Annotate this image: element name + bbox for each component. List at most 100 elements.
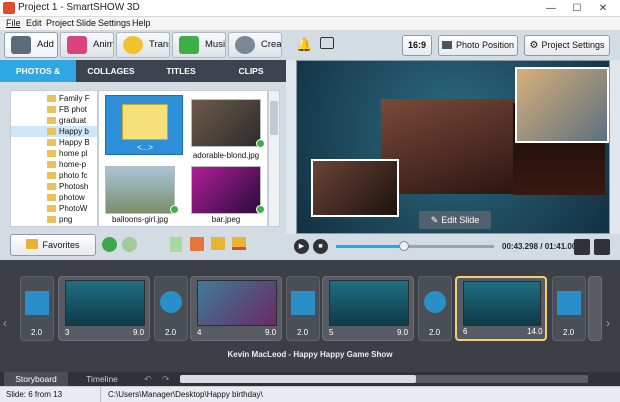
folder-tree-item[interactable]: Photosh	[11, 181, 97, 192]
thumb-adorable-blond[interactable]	[191, 99, 261, 147]
add-button[interactable]: Add	[4, 32, 58, 58]
slide-image	[197, 280, 277, 326]
bell-icon[interactable]: 🔔	[296, 37, 312, 53]
scroll-right-icon[interactable]: ›	[606, 316, 610, 330]
transition-block[interactable]: 2.0	[286, 276, 320, 341]
favorites-row: Favorites	[0, 230, 286, 260]
down-arrow-icon[interactable]	[170, 237, 182, 252]
menu-slide[interactable]: Slide	[76, 17, 96, 30]
transition-icon	[25, 291, 49, 315]
thumb-bar[interactable]	[191, 166, 261, 214]
folder-name: png	[59, 215, 73, 224]
slide-thumbnail[interactable]: 5 9.0	[322, 276, 414, 341]
tab-photos-videos[interactable]: PHOTOS & VIDEOS	[0, 60, 76, 98]
tab-clips[interactable]: CLIPS	[216, 60, 286, 82]
play-icon[interactable]: ▶	[294, 239, 309, 254]
redo-icon[interactable]: ↷	[162, 374, 170, 385]
thumb-up-folder[interactable]: <...>	[105, 95, 183, 155]
aspect-ratio-button[interactable]: 16:9	[402, 35, 432, 56]
scroll-left-icon[interactable]: ‹	[3, 316, 7, 330]
tab-collages[interactable]: COLLAGES	[76, 60, 146, 82]
folder-tree-item[interactable]: home pl	[11, 148, 97, 159]
back-arrow-icon[interactable]	[102, 237, 117, 252]
folder-icon	[47, 106, 56, 113]
folder-icon	[47, 128, 56, 135]
project-settings-button[interactable]: ⚙ Project Settings	[524, 35, 610, 56]
minimize-button[interactable]: —	[538, 2, 564, 15]
edit-slide-button[interactable]: ✎ Edit Slide	[419, 211, 491, 229]
storyboard-scrollbar[interactable]	[180, 375, 588, 383]
snapshot-icon[interactable]	[574, 239, 590, 255]
thumb-balloons-girl[interactable]	[105, 166, 175, 214]
preview-photo-group	[515, 67, 609, 143]
thumb-label: adorable-blond.jpg	[192, 151, 260, 160]
folder-tree-item[interactable]: Happy B	[11, 137, 97, 148]
folder-name: Happy b	[59, 127, 89, 136]
title-bar: Project 1 - SmartSHOW 3D — ☐ ✕	[0, 0, 620, 17]
music-button[interactable]: Music	[172, 32, 226, 58]
folder-tree-item[interactable]: PhotoW	[11, 203, 97, 214]
slide-thumbnail[interactable]: 4 9.0	[190, 276, 282, 341]
scroll-thumb[interactable]	[180, 375, 416, 383]
menu-settings[interactable]: Settings	[98, 17, 131, 30]
transition-block[interactable]: 2.0	[20, 276, 54, 341]
folder-tree-item[interactable]: Family F	[11, 93, 97, 104]
grid-scrollbar[interactable]	[268, 90, 280, 227]
menu-project[interactable]: Project	[46, 17, 74, 30]
folder-name: PhotoW	[59, 204, 88, 213]
tab-timeline[interactable]: Timeline	[70, 372, 134, 386]
folder-favorite-icon[interactable]	[232, 237, 246, 250]
transition-block[interactable]: 2.0	[552, 276, 586, 341]
tab-storyboard[interactable]: Storyboard	[4, 372, 68, 386]
forward-arrow-icon[interactable]	[122, 237, 137, 252]
main-toolbar: Add Anima... Transi... Music Create	[0, 30, 286, 60]
favorites-folder-icon	[26, 239, 39, 249]
maximize-button[interactable]: ☐	[564, 2, 590, 15]
status-divider	[100, 387, 101, 402]
transition-block[interactable]: 2.0	[154, 276, 188, 341]
folder-tree-item[interactable]: photo fc	[11, 170, 97, 181]
undo-icon[interactable]: ↶	[144, 374, 152, 385]
fullscreen-icon[interactable]	[594, 239, 610, 255]
folder-tree-item[interactable]: Happy b	[11, 126, 97, 137]
menu-file[interactable]: File	[6, 17, 21, 30]
progress-track[interactable]	[336, 245, 494, 248]
folder-name: Happy B	[59, 138, 90, 147]
app-icon	[3, 2, 15, 14]
transition-duration: 2.0	[297, 328, 309, 337]
scroll-thumb[interactable]	[270, 101, 278, 135]
folder-icon[interactable]	[211, 237, 225, 250]
slide-preview[interactable]: ✎ Edit Slide	[296, 60, 610, 234]
view-tabs: Storyboard Timeline ↶ ↷	[0, 372, 620, 386]
folder-icon	[47, 150, 56, 157]
slide-thumbnail-selected[interactable]: 6 14.0	[455, 276, 547, 341]
folder-icon	[47, 139, 56, 146]
folder-tree-item[interactable]: home-p	[11, 159, 97, 170]
create-button[interactable]: Create	[228, 32, 282, 58]
folder-tree-item[interactable]: photow	[11, 192, 97, 203]
tab-titles[interactable]: TITLES	[146, 60, 216, 82]
folder-tree-item[interactable]: FB phot	[11, 104, 97, 115]
check-icon	[256, 139, 265, 148]
animations-button[interactable]: Anima...	[60, 32, 114, 58]
menu-help[interactable]: Help	[132, 17, 151, 30]
folder-name: Photosh	[59, 182, 89, 191]
folder-tree-item[interactable]: graduat	[11, 115, 97, 126]
progress-knob[interactable]	[398, 241, 409, 251]
folder-tree[interactable]: Family F FB phot graduat Happy b Happy B home…	[10, 90, 98, 227]
slide-thumbnail-partial[interactable]	[588, 276, 602, 341]
folder-tree-item[interactable]: png	[11, 214, 97, 225]
favorites-button[interactable]: Favorites	[10, 234, 96, 256]
close-button[interactable]: ✕	[590, 2, 616, 15]
transitions-button[interactable]: Transi...	[116, 32, 170, 58]
music-track-label[interactable]: Kevin MacLeod - Happy Happy Game Show	[0, 348, 620, 362]
stop-icon[interactable]: ■	[313, 239, 328, 254]
photo-position-button[interactable]: Photo Position	[438, 35, 518, 56]
menu-edit[interactable]: Edit	[26, 17, 42, 30]
transition-block[interactable]: 2.0	[418, 276, 452, 341]
slide-thumbnail[interactable]: 3 9.0	[58, 276, 150, 341]
home-icon[interactable]	[190, 237, 204, 251]
transition-duration: 2.0	[563, 328, 575, 337]
slide-image	[463, 281, 541, 326]
image-icon[interactable]	[320, 37, 334, 49]
